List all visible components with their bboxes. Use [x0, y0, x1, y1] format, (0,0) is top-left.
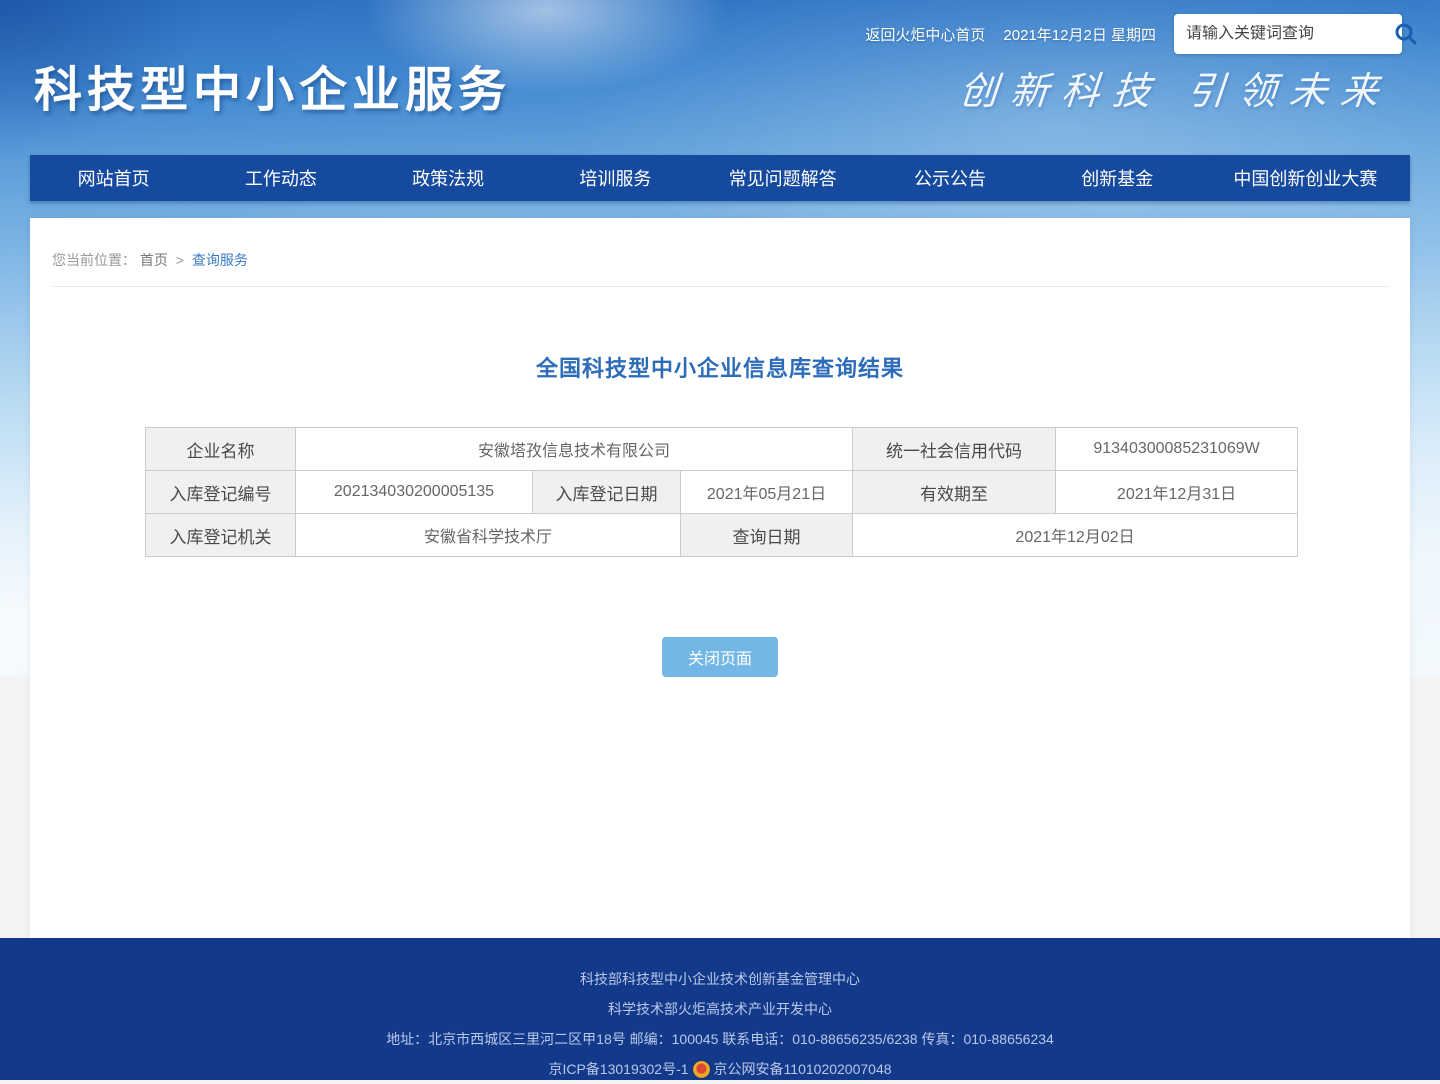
value-query-date: 2021年12月02日 — [853, 514, 1298, 557]
table-row: 入库登记编号 202134030200005135 入库登记日期 2021年05… — [146, 471, 1298, 514]
result-table: 企业名称 安徽塔孜信息技术有限公司 统一社会信用代码 9134030008523… — [145, 427, 1298, 557]
value-registration-authority: 安徽省科学技术厅 — [296, 514, 681, 557]
nav-item-innovation-fund[interactable]: 创新基金 — [1034, 155, 1201, 201]
breadcrumb-separator: > — [176, 252, 184, 268]
value-registration-date: 2021年05月21日 — [681, 471, 853, 514]
nav-item-work-news[interactable]: 工作动态 — [197, 155, 364, 201]
value-company-name: 安徽塔孜信息技术有限公司 — [296, 428, 853, 471]
breadcrumb-home-link[interactable]: 首页 — [140, 252, 168, 268]
value-valid-until: 2021年12月31日 — [1056, 471, 1298, 514]
site-logo: 科技型中小企业服务 — [34, 50, 511, 120]
table-row: 企业名称 安徽塔孜信息技术有限公司 统一社会信用代码 9134030008523… — [146, 428, 1298, 471]
nav-item-home[interactable]: 网站首页 — [30, 155, 197, 201]
content-panel: 您当前位置： 首页 > 查询服务 全国科技型中小企业信息库查询结果 企业名称 安… — [30, 218, 1410, 938]
nav-item-announcements[interactable]: 公示公告 — [866, 155, 1033, 201]
return-torch-home-link[interactable]: 返回火炬中心首页 — [865, 24, 985, 45]
top-utility-bar: 返回火炬中心首页 2021年12月2日 星期四 — [865, 14, 1402, 54]
label-registration-date: 入库登记日期 — [533, 471, 681, 514]
main-nav: 网站首页 工作动态 政策法规 培训服务 常见问题解答 公示公告 创新基金 中国创… — [30, 155, 1410, 201]
nav-item-training[interactable]: 培训服务 — [532, 155, 699, 201]
nav-item-innovation-competition[interactable]: 中国创新创业大赛 — [1201, 155, 1410, 201]
nav-item-faq[interactable]: 常见问题解答 — [699, 155, 866, 201]
search-icon[interactable] — [1393, 20, 1419, 48]
label-company-name: 企业名称 — [146, 428, 296, 471]
breadcrumb-prefix: 您当前位置： — [52, 252, 136, 268]
table-row: 入库登记机关 安徽省科学技术厅 查询日期 2021年12月02日 — [146, 514, 1298, 557]
footer-org-fund-center: 科技部科技型中小企业技术创新基金管理中心 — [0, 964, 1440, 994]
label-valid-until: 有效期至 — [853, 471, 1056, 514]
value-credit-code: 91340300085231069W — [1056, 428, 1298, 471]
footer: 科技部科技型中小企业技术创新基金管理中心 科学技术部火炬高技术产业开发中心 地址… — [0, 938, 1440, 1080]
search-box[interactable] — [1174, 14, 1402, 54]
nav-item-policies[interactable]: 政策法规 — [365, 155, 532, 201]
close-page-button[interactable]: 关闭页面 — [662, 637, 778, 677]
header-slogan: 创新科技 引领未来 — [958, 60, 1394, 115]
label-query-date: 查询日期 — [681, 514, 853, 557]
page-title: 全国科技型中小企业信息库查询结果 — [30, 351, 1410, 383]
footer-contact-info: 地址：北京市西城区三里河二区甲18号 邮编：100045 联系电话：010-88… — [0, 1024, 1440, 1054]
label-registration-number: 入库登记编号 — [146, 471, 296, 514]
label-credit-code: 统一社会信用代码 — [853, 428, 1056, 471]
breadcrumb: 您当前位置： 首页 > 查询服务 — [52, 250, 1390, 287]
breadcrumb-current-link[interactable]: 查询服务 — [192, 252, 248, 268]
value-registration-number: 202134030200005135 — [296, 471, 533, 514]
page: 返回火炬中心首页 2021年12月2日 星期四 科技型中小企业服务 创新科技 引… — [0, 0, 1440, 1080]
police-badge-icon — [693, 1061, 710, 1078]
label-registration-authority: 入库登记机关 — [146, 514, 296, 557]
footer-org-torch-center: 科学技术部火炬高技术产业开发中心 — [0, 994, 1440, 1024]
search-input[interactable] — [1186, 25, 1393, 43]
current-date: 2021年12月2日 星期四 — [1003, 24, 1156, 45]
button-row: 关闭页面 — [30, 637, 1410, 677]
